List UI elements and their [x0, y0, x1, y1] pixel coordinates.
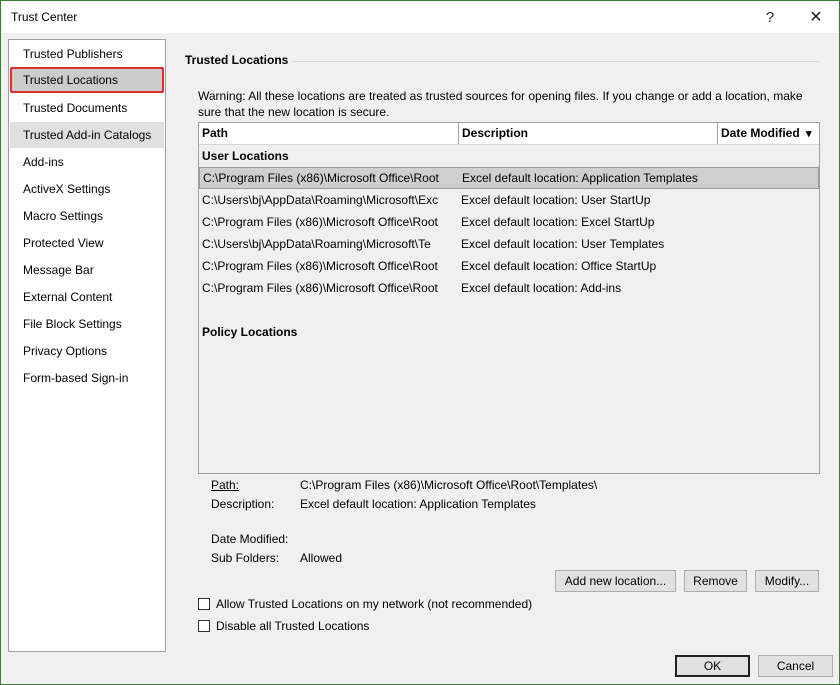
row-description: Excel default location: Excel StartUp [461, 215, 655, 229]
close-icon[interactable]: ✕ [801, 5, 831, 29]
column-header-path[interactable]: Path [199, 123, 459, 144]
row-path: C:\Program Files (x86)\Microsoft Office\… [203, 171, 439, 185]
detail-description-label: Description: [211, 497, 275, 511]
section-divider [292, 61, 819, 62]
column-header-description[interactable]: Description [459, 123, 718, 144]
sidebar-item-form-based-sign-in[interactable]: Form-based Sign-in [10, 365, 164, 391]
row-path: C:\Users\bj\AppData\Roaming\Microsoft\Ex… [202, 193, 439, 207]
disable-all-checkbox[interactable] [198, 620, 210, 632]
table-row[interactable]: C:\Program Files (x86)\Microsoft Office\… [199, 167, 819, 189]
row-description: Excel default location: User StartUp [461, 193, 651, 207]
warning-text: Warning: All these locations are treated… [198, 89, 803, 119]
section-title: Trusted Locations [185, 53, 289, 67]
title-bar: Trust Center ? ✕ [1, 1, 839, 33]
add-new-location-button[interactable]: Add new location... [555, 570, 676, 592]
sidebar: Trusted Publishers Trusted Locations Tru… [8, 39, 166, 652]
sidebar-item-file-block-settings[interactable]: File Block Settings [10, 311, 164, 337]
detail-subfolders-label: Sub Folders: [211, 551, 280, 565]
row-path: C:\Program Files (x86)\Microsoft Office\… [202, 281, 438, 295]
detail-path-label: Path: [211, 478, 240, 492]
column-header-date-modified[interactable]: Date Modified ▾ [718, 123, 819, 144]
row-description: Excel default location: Application Temp… [462, 171, 698, 185]
row-description: Excel default location: Add-ins [461, 281, 622, 295]
sidebar-item-privacy-options[interactable]: Privacy Options [10, 338, 164, 364]
table-row[interactable]: C:\Program Files (x86)\Microsoft Office\… [199, 211, 819, 233]
remove-button[interactable]: Remove [684, 570, 747, 592]
modify-button[interactable]: Modify... [755, 570, 819, 592]
table-row[interactable]: C:\Program Files (x86)\Microsoft Office\… [199, 255, 819, 277]
sidebar-item-trusted-documents[interactable]: Trusted Documents [10, 95, 164, 121]
sort-arrow-icon: ▾ [806, 128, 812, 140]
row-description: Excel default location: User Templates [461, 237, 665, 251]
row-path: C:\Program Files (x86)\Microsoft Office\… [202, 215, 438, 229]
row-path: C:\Users\bj\AppData\Roaming\Microsoft\Te [202, 237, 431, 251]
table-row[interactable]: C:\Users\bj\AppData\Roaming\Microsoft\Ex… [199, 189, 819, 211]
allow-network-checkbox[interactable] [198, 598, 210, 610]
ok-button[interactable]: OK [675, 655, 750, 677]
sidebar-item-add-ins[interactable]: Add-ins [10, 149, 164, 175]
row-path: C:\Program Files (x86)\Microsoft Office\… [202, 259, 438, 273]
sidebar-item-activex-settings[interactable]: ActiveX Settings [10, 176, 164, 202]
group-policy-locations: Policy Locations [202, 325, 298, 339]
trusted-locations-list[interactable]: Path Description Date Modified ▾ User Lo… [198, 122, 820, 474]
sidebar-item-message-bar[interactable]: Message Bar [10, 257, 164, 283]
row-description: Excel default location: Office StartUp [461, 259, 657, 273]
disable-all-label[interactable]: Disable all Trusted Locations [216, 619, 369, 633]
list-header: Path Description Date Modified ▾ [199, 123, 819, 145]
cancel-button[interactable]: Cancel [758, 655, 833, 677]
table-row[interactable]: C:\Users\bj\AppData\Roaming\Microsoft\Te… [199, 233, 819, 255]
detail-path-value: C:\Program Files (x86)\Microsoft Office\… [300, 478, 598, 492]
help-icon[interactable]: ? [755, 5, 785, 29]
detail-subfolders-value: Allowed [300, 551, 343, 565]
window-title: Trust Center [11, 10, 78, 24]
sidebar-item-protected-view[interactable]: Protected View [10, 230, 164, 256]
sidebar-item-trusted-publishers[interactable]: Trusted Publishers [10, 41, 164, 67]
table-row[interactable]: C:\Program Files (x86)\Microsoft Office\… [199, 277, 819, 299]
sidebar-item-external-content[interactable]: External Content [10, 284, 164, 310]
detail-description-value: Excel default location: Application Temp… [300, 497, 536, 511]
sidebar-item-trusted-add-in-catalogs[interactable]: Trusted Add-in Catalogs [10, 122, 164, 148]
sidebar-item-trusted-locations[interactable]: Trusted Locations [10, 67, 164, 93]
group-user-locations: User Locations [202, 149, 289, 163]
detail-date-modified-label: Date Modified: [211, 532, 289, 546]
trust-center-dialog: Trust Center ? ✕ Trusted Publishers Trus… [0, 0, 840, 685]
column-header-date-modified-label: Date Modified [721, 126, 800, 140]
sidebar-item-macro-settings[interactable]: Macro Settings [10, 203, 164, 229]
allow-network-label[interactable]: Allow Trusted Locations on my network (n… [216, 597, 532, 611]
